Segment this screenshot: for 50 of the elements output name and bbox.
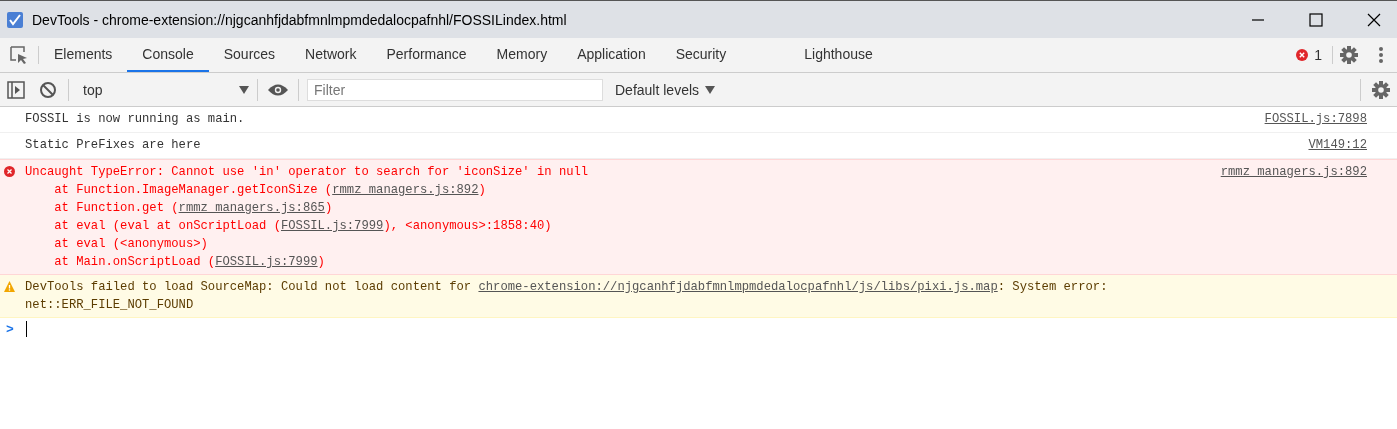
source-link[interactable]: rmmz_managers.js:892 xyxy=(1220,163,1367,271)
settings-icon[interactable] xyxy=(1371,79,1391,100)
source-link[interactable]: FOSSIL.js:7999 xyxy=(215,255,318,269)
warning-icon xyxy=(4,281,15,292)
source-link[interactable]: VM149:12 xyxy=(1308,136,1367,155)
log-levels-dropdown[interactable]: Default levels xyxy=(615,81,716,98)
eye-icon[interactable] xyxy=(267,82,289,97)
app-icon xyxy=(6,10,24,29)
tab[interactable]: Memory xyxy=(481,38,563,72)
more-options-icon[interactable] xyxy=(1378,46,1384,64)
source-link[interactable]: FOSSIL.js:7898 xyxy=(1264,110,1367,129)
tab[interactable]: Sources xyxy=(208,38,291,72)
warning-message: net::ERR_FILE_NOT_FOUND xyxy=(25,297,194,314)
source-link[interactable]: rmmz_managers.js:892 xyxy=(332,183,479,197)
error-icon xyxy=(4,166,15,177)
settings-icon[interactable] xyxy=(1339,45,1359,65)
log-message: FOSSIL is now running as main. xyxy=(25,111,245,128)
log-message: Static PreFixes are here xyxy=(25,137,201,154)
maximize-icon xyxy=(1309,12,1323,27)
dropdown-caret-icon xyxy=(239,85,249,94)
error-message: at Function.get (rmmz_managers.js:865) xyxy=(53,200,333,217)
context-selector[interactable]: top xyxy=(73,81,253,98)
tab[interactable]: Lighthouse xyxy=(789,38,888,72)
inspect-element-icon[interactable] xyxy=(9,45,29,65)
dropdown-caret-icon xyxy=(705,85,716,94)
error-message: at eval (<anonymous>) xyxy=(53,236,208,253)
source-link[interactable]: FOSSIL.js:7999 xyxy=(281,219,384,233)
window-title: DevTools - chrome-extension://njgcanhfjdabfmnlmpmdedalocpafnhl/FOSSILindex.html xyxy=(32,11,568,28)
error-message: at eval (eval at onScriptLoad (FOSSIL.js:7999), <anonymous>:1858:40) xyxy=(53,218,552,235)
tab[interactable]: Security xyxy=(660,38,742,72)
tab[interactable]: Elements xyxy=(39,38,128,72)
minimize-icon xyxy=(1251,18,1265,21)
error-message: at Main.onScriptLoad (FOSSIL.js:7999) xyxy=(53,254,325,271)
text-cursor xyxy=(25,321,27,337)
prompt-caret: > xyxy=(6,321,14,337)
tab[interactable]: Application xyxy=(562,38,661,72)
error-count[interactable]: 1 xyxy=(1314,47,1322,63)
context-value: top xyxy=(83,81,103,98)
error-message: at Function.ImageManager.getIconSize (rmmz_managers.js:892) xyxy=(53,182,486,199)
tab[interactable]: Performance xyxy=(371,38,482,72)
sidebar-toggle-icon[interactable] xyxy=(7,80,25,99)
close-icon xyxy=(1367,12,1381,27)
error-message: Uncaught TypeError: Cannot use 'in' operator to search for 'iconSize' in null xyxy=(25,164,589,181)
error-icon xyxy=(1296,49,1309,61)
warning-message: DevTools failed to load SourceMap: Could not load content for chrome-extension://njgcanhfjdabfmnlmpmdedalocpafnhl/js/libs/pixi.js.map: System error: xyxy=(25,279,1108,296)
clear-console-icon[interactable] xyxy=(39,80,57,99)
source-link[interactable]: rmmz_managers.js:865 xyxy=(178,201,325,215)
filter-field[interactable]: Filter xyxy=(307,78,603,101)
tab[interactable]: Network xyxy=(290,38,372,72)
source-link[interactable]: chrome-extension://njgcanhfjdabfmnlmpmdedalocpafnhl/js/libs/pixi.js.map xyxy=(478,280,998,294)
